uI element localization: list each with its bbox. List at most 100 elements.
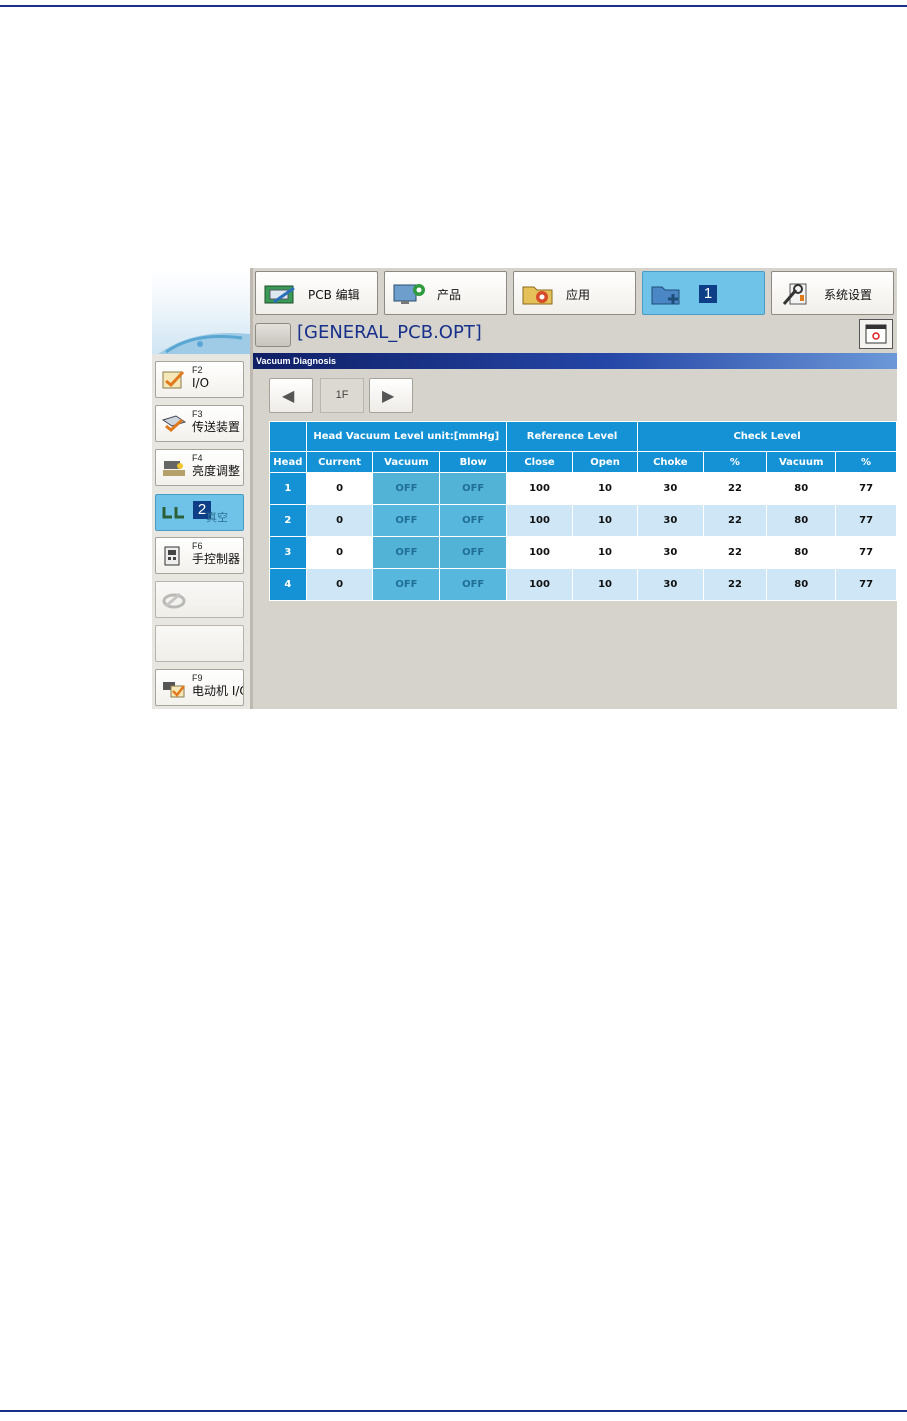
head-number: 2 (269, 504, 307, 537)
system-settings-icon (782, 283, 807, 305)
product-icon (393, 284, 425, 304)
col-choke-percent: % (702, 451, 768, 473)
page-top-rule (0, 5, 907, 7)
col-blow: Blow (439, 451, 507, 473)
calendar-button[interactable] (859, 319, 893, 349)
sidebar-item-io[interactable]: F2 I/O (155, 361, 244, 398)
application-screenshot: F2 I/O F3 传送装置 F4 亮度调整 2 真空 F6 手控制器 F9 电… (152, 268, 897, 709)
group-reference: Reference Level (505, 421, 639, 452)
system-settings-button[interactable]: 系统设置 (771, 271, 894, 315)
check-vacuum-cell: 80 (766, 568, 837, 601)
open-cell: 10 (572, 536, 639, 569)
close-cell: 100 (505, 504, 574, 537)
choke-percent-cell: 22 (702, 472, 768, 505)
vacuum-toggle[interactable]: OFF (372, 568, 441, 601)
sidebar-key: F2 (192, 365, 203, 375)
toolbar-button-label: PCB 编辑 (308, 288, 360, 302)
function-sidebar: F2 I/O F3 传送装置 F4 亮度调整 2 真空 F6 手控制器 F9 电… (152, 354, 250, 709)
head-number: 3 (269, 536, 307, 569)
pcb-edit-icon (264, 285, 295, 304)
blow-toggle[interactable]: OFF (439, 536, 507, 569)
application-icon (522, 286, 553, 305)
product-button[interactable]: 产品 (384, 271, 507, 315)
arrow-right-icon: ▶ (382, 386, 395, 405)
check-vacuum-cell: 80 (766, 472, 837, 505)
table-row[interactable]: 1 0 OFF OFF 100 10 30 22 80 77 (269, 472, 897, 505)
next-floor-button[interactable]: ▶ (369, 378, 413, 413)
open-cell: 10 (572, 568, 639, 601)
choke-cell: 30 (637, 472, 704, 505)
step-badge: 1 (699, 285, 717, 303)
sidebar-item-label: 真空 (206, 511, 228, 524)
sidebar-key: F6 (192, 541, 203, 551)
motor-io-icon (163, 682, 185, 698)
folder-add-icon (651, 286, 680, 305)
choke-percent-cell: 22 (702, 536, 768, 569)
open-cell: 10 (572, 472, 639, 505)
col-choke: Choke (637, 451, 704, 473)
col-open: Open (572, 451, 639, 473)
choke-percent-cell: 22 (702, 568, 768, 601)
table-row[interactable]: 3 0 OFF OFF 100 10 30 22 80 77 (269, 536, 897, 569)
current-cell: 0 (305, 568, 374, 601)
vacuum-toggle[interactable]: OFF (372, 536, 441, 569)
group-check: Check Level (637, 421, 897, 452)
sidebar-item-vacuum[interactable]: 2 真空 (155, 494, 244, 531)
col-head: Head (269, 451, 307, 473)
sidebar-item-disabled-tool[interactable] (155, 581, 244, 618)
sidebar-item-label: 传送装置 (192, 420, 241, 434)
open-cell: 10 (572, 504, 639, 537)
sidebar-item-empty[interactable] (155, 625, 244, 662)
sidebar-item-label: 电动机 I/O (192, 684, 244, 698)
vacuum-toggle[interactable]: OFF (372, 504, 441, 537)
col-current: Current (305, 451, 374, 473)
sidebar-key: F4 (192, 453, 203, 463)
table-row[interactable]: 2 0 OFF OFF 100 10 30 22 80 77 (269, 504, 897, 537)
vacuum-percent-cell: 77 (835, 472, 897, 505)
sidebar-item-controller[interactable]: F6 手控制器 (155, 537, 244, 574)
arrow-left-icon: ◀ (282, 386, 295, 405)
pcb-edit-button[interactable]: PCB 编辑 (255, 271, 378, 315)
file-menu-button[interactable] (255, 323, 291, 347)
blow-toggle[interactable]: OFF (439, 568, 507, 601)
blow-toggle[interactable]: OFF (439, 504, 507, 537)
controller-icon (164, 546, 180, 566)
vacuum-percent-cell: 77 (835, 504, 897, 537)
logo-area (152, 268, 250, 354)
application-button[interactable]: 应用 (513, 271, 636, 315)
prev-floor-button[interactable]: ◀ (269, 378, 313, 413)
swoosh-logo-icon (158, 332, 250, 354)
page-bottom-rule (0, 1410, 907, 1412)
current-cell: 0 (305, 472, 374, 505)
choke-cell: 30 (637, 536, 704, 569)
check-vacuum-cell: 80 (766, 536, 837, 569)
choke-cell: 30 (637, 568, 704, 601)
blow-toggle[interactable]: OFF (439, 472, 507, 505)
sidebar-item-label: 手控制器 (192, 552, 241, 566)
file-bar: [GENERAL_PCB.OPT] (253, 318, 897, 351)
sidebar-key: F3 (192, 409, 203, 419)
vacuum-toggle[interactable]: OFF (372, 472, 441, 505)
vacuum-percent-cell: 77 (835, 536, 897, 569)
sidebar-item-label: I/O (192, 376, 210, 390)
sidebar-item-motor-io[interactable]: F9 电动机 I/O (155, 669, 244, 706)
head-number: 1 (269, 472, 307, 505)
table-column-header: Head Current Vacuum Blow Close Open Chok… (269, 451, 897, 473)
current-cell: 0 (305, 536, 374, 569)
sidebar-item-brightness[interactable]: F4 亮度调整 (155, 449, 244, 486)
group-head-vacuum: Head Vacuum Level unit:[mmHg] (305, 421, 508, 452)
folder-add-button[interactable]: 1 (642, 271, 765, 315)
sidebar-item-conveyor[interactable]: F3 传送装置 (155, 405, 244, 442)
close-cell: 100 (505, 536, 574, 569)
table-corner (269, 421, 307, 452)
current-cell: 0 (305, 504, 374, 537)
col-check-vacuum: Vacuum (766, 451, 837, 473)
io-check-icon (162, 370, 185, 389)
table-group-header: Head Vacuum Level unit:[mmHg] Reference … (269, 421, 897, 452)
sidebar-key: F9 (192, 673, 203, 683)
head-number: 4 (269, 568, 307, 601)
calendar-icon (865, 324, 887, 344)
table-row[interactable]: 4 0 OFF OFF 100 10 30 22 80 77 (269, 568, 897, 601)
disabled-tool-icon (162, 592, 186, 609)
floor-label: 1F (320, 378, 364, 413)
